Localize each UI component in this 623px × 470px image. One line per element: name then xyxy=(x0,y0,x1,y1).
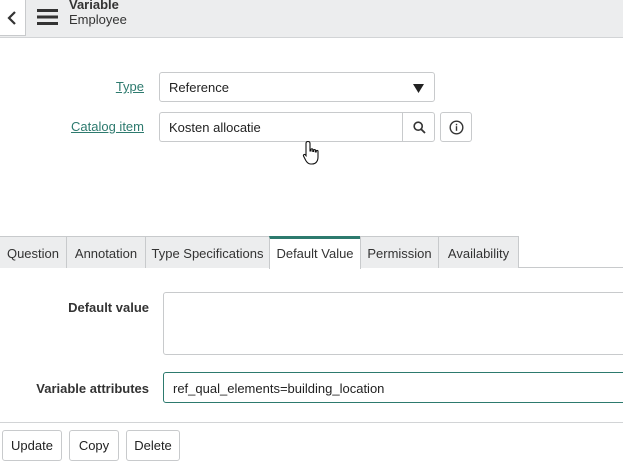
catalog-item-input[interactable]: Kosten allocatie xyxy=(159,112,402,142)
form-header: Variable Employee xyxy=(0,0,623,38)
form-title: Variable Employee xyxy=(69,0,127,27)
form-title-record: Employee xyxy=(69,12,127,27)
tab-availability[interactable]: Availability xyxy=(438,236,519,268)
search-icon xyxy=(413,121,426,134)
catalog-item-info-button[interactable] xyxy=(440,112,472,142)
catalog-item-lookup-button[interactable] xyxy=(402,112,435,142)
section-tabs: Question Annotation Type Specifications … xyxy=(0,236,623,269)
variable-attributes-value: ref_qual_elements=building_location xyxy=(173,381,385,396)
tab-type-specifications[interactable]: Type Specifications xyxy=(145,236,270,268)
type-label-link[interactable]: Type xyxy=(100,79,144,94)
info-icon xyxy=(449,120,464,135)
update-button[interactable]: Update xyxy=(2,430,62,461)
delete-button[interactable]: Delete xyxy=(126,430,180,461)
hamburger-icon xyxy=(37,9,58,25)
tab-default-value[interactable]: Default Value xyxy=(269,236,361,269)
form-actions-divider xyxy=(0,422,623,423)
hamburger-menu-button[interactable] xyxy=(37,8,59,26)
variable-attributes-label: Variable attributes xyxy=(36,381,149,396)
tab-question[interactable]: Question xyxy=(0,236,67,268)
variable-attributes-input[interactable]: ref_qual_elements=building_location xyxy=(163,372,623,403)
hand-pointer-cursor-icon xyxy=(302,140,319,165)
tab-annotation[interactable]: Annotation xyxy=(66,236,146,268)
form-title-table: Variable xyxy=(69,0,119,12)
type-select-value: Reference xyxy=(169,80,229,95)
caret-down-icon xyxy=(413,84,424,93)
default-value-textarea[interactable] xyxy=(163,292,623,355)
copy-button[interactable]: Copy xyxy=(69,430,119,461)
default-value-label: Default value xyxy=(68,300,149,315)
catalog-item-label-link[interactable]: Catalog item xyxy=(60,119,144,134)
chevron-left-icon xyxy=(7,11,16,25)
type-select[interactable]: Reference xyxy=(159,72,435,102)
catalog-item-value: Kosten allocatie xyxy=(169,120,261,135)
tab-permission[interactable]: Permission xyxy=(360,236,439,268)
back-button[interactable] xyxy=(0,0,26,36)
